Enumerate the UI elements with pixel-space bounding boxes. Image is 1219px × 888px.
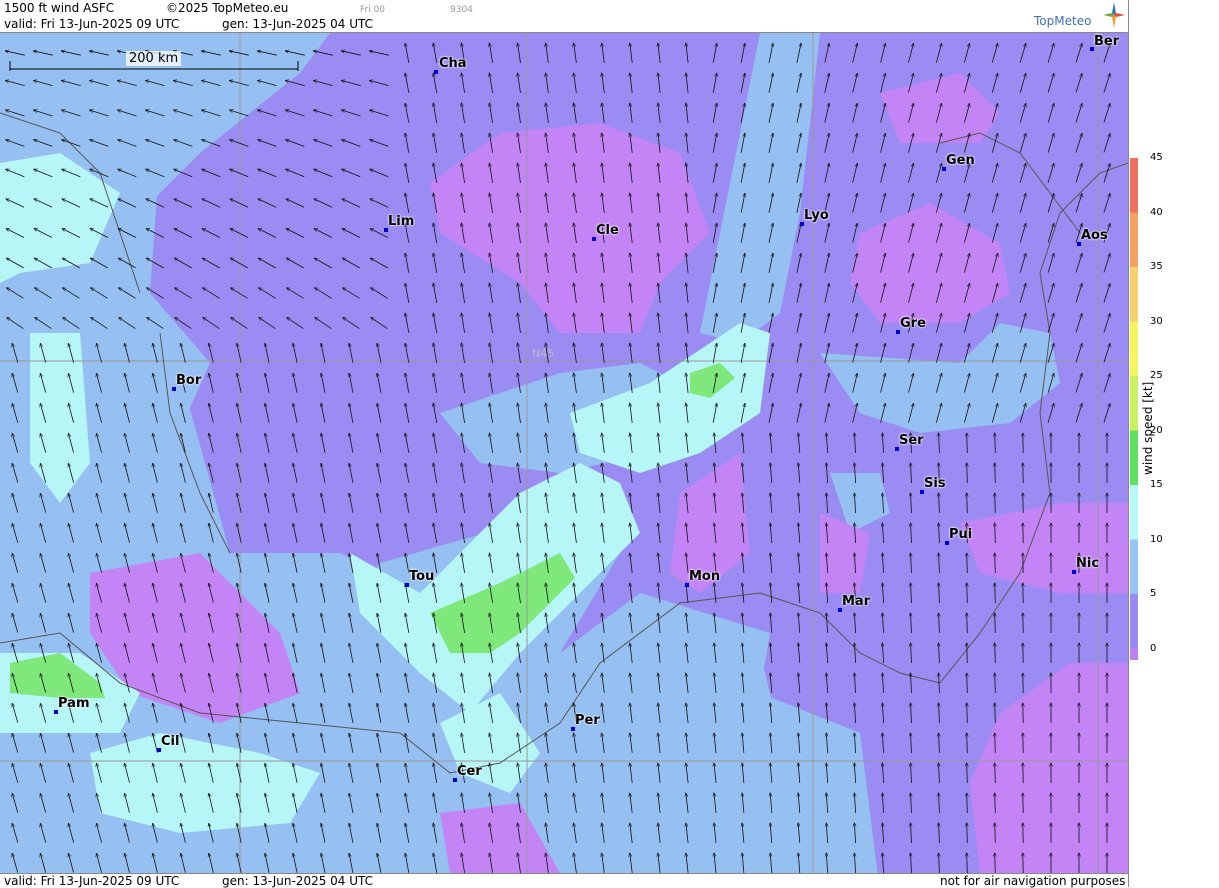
city-label[interactable]: Aos	[1081, 228, 1108, 243]
city-label[interactable]: Mon	[689, 569, 720, 584]
product-title: 1500 ft wind ASFC	[4, 1, 114, 15]
city-label[interactable]: Tou	[409, 569, 434, 584]
colorbar-tick-label: 45	[1150, 153, 1163, 163]
colorbar-segment	[1130, 213, 1138, 268]
colorbar-segment	[1130, 649, 1138, 661]
scale-label: 200 km	[126, 51, 181, 66]
compass-star-icon	[1103, 2, 1125, 28]
wind-map[interactable]: 200 km N45 Cha Ber Gen Lim Cle Lyo Aos G…	[0, 33, 1128, 873]
city-label[interactable]: Pam	[58, 696, 90, 711]
generated-time: gen: 13-Jun-2025 04 UTC	[222, 17, 373, 31]
colorbar-segment	[1130, 322, 1138, 377]
latitude-label: N45	[532, 347, 554, 360]
colorbar-segment	[1130, 267, 1138, 322]
map-header: 1500 ft wind ASFC ©2025 TopMeteo.eu Fri …	[0, 0, 1128, 33]
colorbar-tick-label: 10	[1150, 535, 1163, 545]
copyright: ©2025 TopMeteo.eu	[166, 1, 288, 15]
colorbar-tick-label: 35	[1150, 262, 1163, 272]
city-marker	[434, 70, 438, 74]
city-label[interactable]: Ber	[1094, 34, 1119, 49]
map-footer: valid: Fri 13-Jun-2025 09 UTC gen: 13-Ju…	[0, 873, 1128, 888]
colorbar-segment	[1130, 594, 1138, 649]
city-label[interactable]: Cer	[457, 764, 482, 779]
city-label[interactable]: Cle	[596, 223, 619, 238]
valid-time: valid: Fri 13-Jun-2025 09 UTC	[4, 17, 179, 31]
brand-logo-text: TopMeteo	[1034, 14, 1091, 28]
city-label[interactable]: Gen	[946, 153, 975, 168]
city-label[interactable]: Gre	[900, 316, 926, 331]
city-label[interactable]: Per	[575, 713, 600, 728]
city-label[interactable]: Mar	[842, 594, 870, 609]
colorbar-title: wind speed [kt]	[1141, 382, 1155, 475]
colorbar-segment	[1130, 431, 1138, 486]
colorbar-segment	[1130, 158, 1138, 213]
city-label[interactable]: Bor	[176, 373, 201, 388]
product-code: 9304	[450, 3, 473, 17]
run-label: Fri 00	[360, 3, 385, 17]
colorbar-segment	[1130, 485, 1138, 540]
footer-generated-time: gen: 13-Jun-2025 04 UTC	[222, 874, 373, 888]
city-label[interactable]: Lyo	[804, 208, 829, 223]
colorbar-tick-label: 15	[1150, 480, 1163, 490]
colorbar-segment	[1130, 540, 1138, 595]
city-label[interactable]: Sis	[924, 476, 946, 491]
colorbar-segment	[1130, 376, 1138, 431]
colorbar-tick-label: 25	[1150, 371, 1163, 381]
city-label[interactable]: Lim	[388, 214, 414, 229]
city-label[interactable]: Pui	[949, 527, 972, 542]
city-label[interactable]: Cil	[161, 734, 179, 749]
disclaimer: not for air navigation purposes	[940, 874, 1125, 888]
city-label[interactable]: Cha	[439, 56, 467, 71]
colorbar-tick-label: 5	[1150, 589, 1156, 599]
city-label[interactable]: Nic	[1076, 556, 1099, 571]
colorbar-tick-label: 40	[1150, 208, 1163, 218]
city-label[interactable]: Ser	[899, 433, 924, 448]
footer-valid-time: valid: Fri 13-Jun-2025 09 UTC	[4, 874, 179, 888]
colorbar-tick-label: 30	[1150, 317, 1163, 327]
colorbar-tick-label: 0	[1150, 644, 1156, 654]
